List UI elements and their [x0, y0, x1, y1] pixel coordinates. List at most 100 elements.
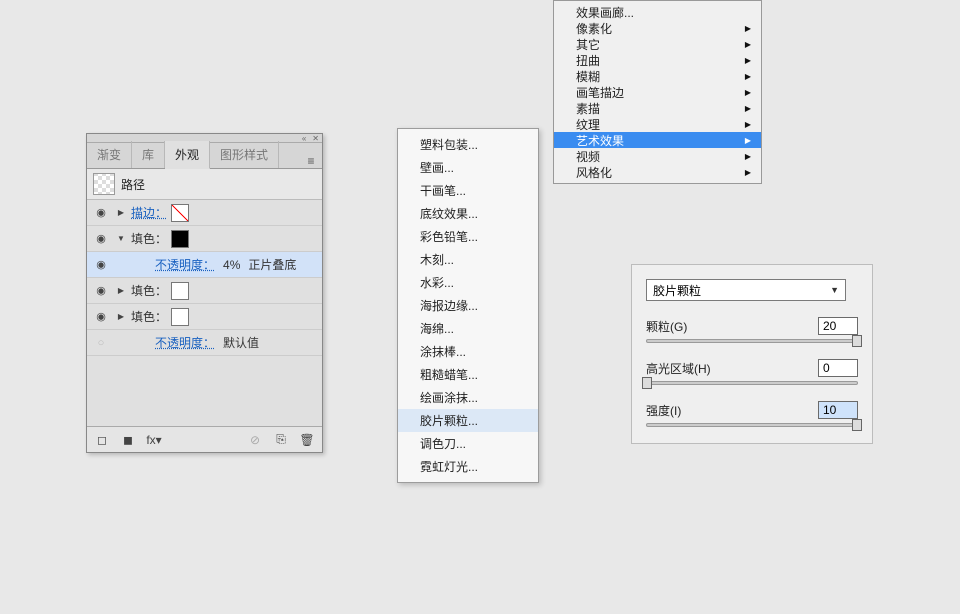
slider-thumb[interactable] — [642, 377, 652, 389]
opacity-value: 4% — [223, 258, 240, 272]
submenu-item[interactable]: 调色刀... — [398, 432, 538, 455]
panel-menu-icon[interactable]: ≡ — [300, 154, 322, 168]
submenu-item[interactable]: 绘画涂抹... — [398, 386, 538, 409]
chevron-down-icon: ▼ — [830, 285, 839, 295]
menu-item[interactable]: 效果画廊... — [554, 4, 761, 20]
disclosure-icon[interactable]: ▼ — [115, 234, 127, 243]
slider-label: 颗粒(G) — [646, 318, 687, 335]
slider-label: 强度(I) — [646, 402, 681, 419]
opacity-label[interactable]: 不透明度： — [155, 256, 215, 273]
fill-row[interactable]: ◉ ▼ 填色： — [87, 226, 322, 252]
visibility-icon[interactable]: ◉ — [91, 308, 111, 326]
appearance-panel: « ✕ 渐变 库 外观 图形样式 ≡ 路径 ◉ ▶ 描边： ◉ ▼ 填色： ◉ — [86, 133, 323, 453]
submenu-arrow-icon: ▶ — [745, 152, 751, 161]
slider-value-input[interactable] — [818, 317, 858, 335]
menu-item[interactable]: 风格化▶ — [554, 164, 761, 180]
new-fill-icon[interactable]: ◼ — [119, 432, 137, 448]
submenu-arrow-icon: ▶ — [745, 56, 751, 65]
slider-track[interactable] — [646, 381, 858, 385]
visibility-icon[interactable]: ◉ — [91, 282, 111, 300]
submenu-item[interactable]: 彩色铅笔... — [398, 225, 538, 248]
submenu-arrow-icon: ▶ — [745, 168, 751, 177]
menu-item[interactable]: 艺术效果▶ — [554, 132, 761, 148]
opacity-row[interactable]: ◉ 不透明度： 4% 正片叠底 — [87, 252, 322, 278]
fill-swatch[interactable] — [171, 282, 189, 300]
slider-track[interactable] — [646, 339, 858, 343]
submenu-item[interactable]: 木刻... — [398, 248, 538, 271]
menu-item[interactable]: 纹理▶ — [554, 116, 761, 132]
disclosure-icon[interactable]: ▶ — [115, 208, 127, 217]
new-stroke-icon[interactable]: ◻ — [93, 432, 111, 448]
effect-category-menu[interactable]: 效果画廊...像素化▶其它▶扭曲▶模糊▶画笔描边▶素描▶纹理▶艺术效果▶视频▶风… — [553, 0, 762, 184]
stroke-row[interactable]: ◉ ▶ 描边： — [87, 200, 322, 226]
submenu-item[interactable]: 壁画... — [398, 156, 538, 179]
slider-label: 高光区域(H) — [646, 360, 711, 377]
slider-row: 强度(I) — [646, 401, 858, 427]
fill-swatch[interactable] — [171, 230, 189, 248]
close-icon[interactable]: ✕ — [309, 134, 322, 143]
disclosure-icon[interactable]: ▶ — [115, 286, 127, 295]
submenu-arrow-icon: ▶ — [745, 40, 751, 49]
submenu-item[interactable]: 海绵... — [398, 317, 538, 340]
slider-value-input[interactable] — [818, 359, 858, 377]
submenu-item[interactable]: 底纹效果... — [398, 202, 538, 225]
trash-icon[interactable]: 🗑 — [298, 432, 316, 448]
visibility-icon[interactable]: ◉ — [91, 256, 111, 274]
opacity-label[interactable]: 不透明度： — [155, 334, 215, 351]
opacity-value: 默认值 — [223, 334, 259, 351]
fill-label: 填色： — [131, 282, 167, 299]
submenu-arrow-icon: ▶ — [745, 88, 751, 97]
fill-row[interactable]: ◉ ▶ 填色： — [87, 304, 322, 330]
submenu-item[interactable]: 粗糙蜡笔... — [398, 363, 538, 386]
panel-tabs: 渐变 库 外观 图形样式 ≡ — [87, 143, 322, 169]
submenu-item[interactable]: 涂抹棒... — [398, 340, 538, 363]
object-title: 路径 — [121, 176, 145, 193]
duplicate-icon[interactable]: ⎘ — [272, 432, 290, 448]
fill-swatch[interactable] — [171, 308, 189, 326]
slider-value-input[interactable] — [818, 401, 858, 419]
tab-appearance[interactable]: 外观 — [165, 141, 210, 169]
stroke-label[interactable]: 描边： — [131, 204, 167, 221]
slider-track[interactable] — [646, 423, 858, 427]
submenu-item[interactable]: 水彩... — [398, 271, 538, 294]
submenu-item[interactable]: 霓虹灯光... — [398, 455, 538, 478]
slider-thumb[interactable] — [852, 419, 862, 431]
menu-item[interactable]: 视频▶ — [554, 148, 761, 164]
submenu-item[interactable]: 塑料包装... — [398, 133, 538, 156]
stroke-swatch[interactable] — [171, 204, 189, 222]
tab-gradient[interactable]: 渐变 — [87, 141, 132, 168]
submenu-arrow-icon: ▶ — [745, 104, 751, 113]
visibility-icon[interactable]: ○ — [91, 334, 111, 352]
collapse-icon[interactable]: « — [299, 134, 309, 143]
blend-mode: 正片叠底 — [248, 256, 296, 273]
menu-item[interactable]: 模糊▶ — [554, 68, 761, 84]
menu-item[interactable]: 扭曲▶ — [554, 52, 761, 68]
effect-type-dropdown[interactable]: 胶片颗粒 ▼ — [646, 279, 846, 301]
submenu-arrow-icon: ▶ — [745, 136, 751, 145]
menu-item[interactable]: 画笔描边▶ — [554, 84, 761, 100]
fill-label: 填色： — [131, 230, 167, 247]
object-thumbnail-icon — [93, 173, 115, 195]
slider-thumb[interactable] — [852, 335, 862, 347]
visibility-icon[interactable]: ◉ — [91, 204, 111, 222]
clear-appearance-icon[interactable]: ⊘ — [246, 432, 264, 448]
add-effect-icon[interactable]: fx▾ — [145, 432, 163, 448]
fill-row[interactable]: ◉ ▶ 填色： — [87, 278, 322, 304]
appearance-row-list: ◉ ▶ 描边： ◉ ▼ 填色： ◉ 不透明度： 4% 正片叠底 ◉ ▶ 填色： — [87, 200, 322, 356]
fill-label: 填色： — [131, 308, 167, 325]
disclosure-icon[interactable]: ▶ — [115, 312, 127, 321]
submenu-item[interactable]: 胶片颗粒... — [398, 409, 538, 432]
submenu-item[interactable]: 海报边缘... — [398, 294, 538, 317]
panel-object-header[interactable]: 路径 — [87, 169, 322, 200]
tab-library[interactable]: 库 — [132, 141, 165, 168]
visibility-icon[interactable]: ◉ — [91, 230, 111, 248]
menu-item[interactable]: 像素化▶ — [554, 20, 761, 36]
menu-item[interactable]: 其它▶ — [554, 36, 761, 52]
menu-item[interactable]: 素描▶ — [554, 100, 761, 116]
submenu-arrow-icon: ▶ — [745, 120, 751, 129]
submenu-arrow-icon: ▶ — [745, 72, 751, 81]
opacity-row-default[interactable]: ○ 不透明度： 默认值 — [87, 330, 322, 356]
artistic-effects-submenu[interactable]: 塑料包装...壁画...干画笔...底纹效果...彩色铅笔...木刻...水彩.… — [397, 128, 539, 483]
tab-graphic-styles[interactable]: 图形样式 — [210, 141, 279, 168]
submenu-item[interactable]: 干画笔... — [398, 179, 538, 202]
